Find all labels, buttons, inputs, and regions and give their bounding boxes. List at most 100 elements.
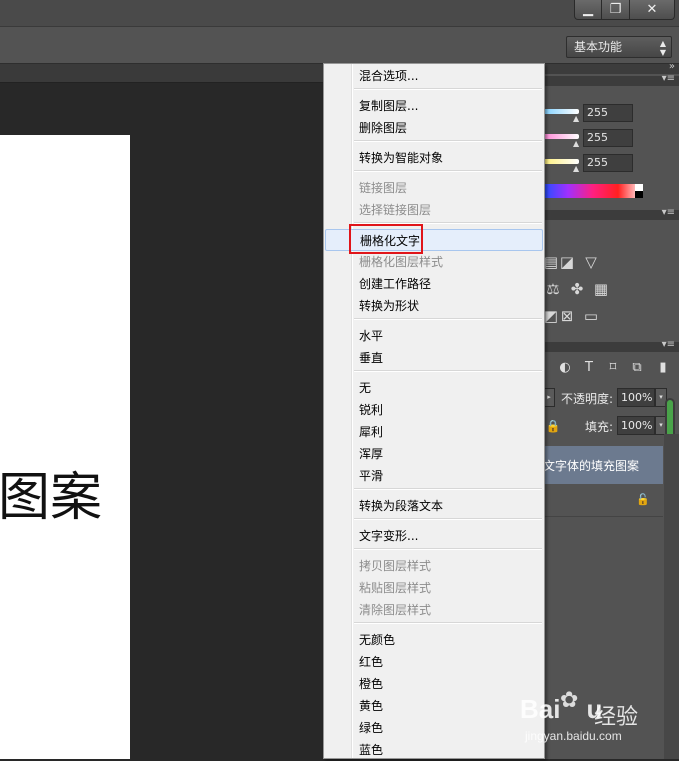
- right-panels: » ▾≡ ▲ 255 ▲ 255 ▲ 255 ▾≡ ▤ ◪ ▽ ⚖ ✤ ▦ ◩ …: [543, 61, 679, 759]
- menu-item-label: 平滑: [359, 469, 384, 483]
- panel-menu-icon[interactable]: ▾≡: [662, 339, 675, 350]
- watermark-url: jingyan.baidu.com: [525, 729, 622, 743]
- adjustments-panel-header: ▾≡: [543, 207, 679, 220]
- menu-item[interactable]: 水平: [325, 325, 543, 347]
- panel-menu-icon[interactable]: ▾≡: [662, 207, 675, 218]
- layers-panel-header: ▾≡: [543, 339, 679, 352]
- canvas-text: 图案: [0, 468, 103, 528]
- menu-item[interactable]: 橙色: [325, 673, 543, 695]
- color-lookup-icon[interactable]: ▦: [593, 281, 609, 297]
- fill-field[interactable]: 100%: [617, 416, 655, 435]
- menu-item-label: 清除图层样式: [359, 603, 432, 617]
- channel-mixer-icon[interactable]: ✤: [569, 281, 585, 297]
- layer-name: 文字体的填充图案: [543, 459, 640, 473]
- document-area: 图案: [0, 83, 326, 759]
- menu-item[interactable]: 文字变形...: [325, 525, 543, 547]
- black-white-swatch[interactable]: [635, 184, 643, 198]
- restore-button[interactable]: ❐: [601, 0, 630, 20]
- lock-all-icon[interactable]: 🔒: [545, 418, 561, 434]
- menu-item-label: 红色: [359, 655, 384, 669]
- updown-arrows-icon: ▲ ▼: [659, 39, 666, 57]
- menu-separator: [354, 548, 542, 550]
- paw-icon: ✿: [560, 688, 579, 713]
- fill-label: 填充:: [585, 420, 614, 434]
- layer-row-background[interactable]: 🔓: [543, 484, 663, 517]
- shape-filter-icon[interactable]: ⌑: [605, 360, 621, 376]
- menu-item[interactable]: 绿色: [325, 717, 543, 739]
- threshold-icon[interactable]: ⊠: [559, 308, 575, 324]
- menu-item[interactable]: 创建工作路径: [325, 273, 543, 295]
- menu-item-label: 垂直: [359, 351, 384, 365]
- menu-item-label: 粘贴图层样式: [359, 581, 432, 595]
- color-value-r[interactable]: 255: [583, 104, 633, 122]
- menu-item-label: 文字变形...: [359, 529, 419, 543]
- menu-item-label: 无: [359, 381, 372, 395]
- color-panel-header: ▾≡: [543, 73, 679, 86]
- opacity-label: 不透明度:: [561, 392, 614, 406]
- workspace-select[interactable]: 基本功能 ▲ ▼: [566, 36, 672, 58]
- color-balance-icon[interactable]: ⚖: [545, 281, 561, 297]
- menu-separator: [354, 170, 542, 172]
- panel-header-collapse[interactable]: »: [543, 61, 679, 74]
- minimize-icon: ▁: [583, 2, 593, 17]
- invert-icon[interactable]: ◩: [543, 308, 559, 324]
- slider-thumb-icon[interactable]: ▲: [573, 114, 579, 123]
- menu-item[interactable]: 浑厚: [325, 443, 543, 465]
- filter-toggle-icon[interactable]: ▮: [655, 360, 671, 376]
- menu-item-label: 绿色: [359, 721, 384, 735]
- menu-separator: [354, 622, 542, 624]
- menu-item[interactable]: 转换为形状: [325, 295, 543, 317]
- menu-separator: [354, 140, 542, 142]
- menu-item-label: 删除图层: [359, 121, 408, 135]
- menu-item[interactable]: 混合选项...: [325, 65, 543, 87]
- menu-separator: [354, 88, 542, 90]
- menu-item-label: 复制图层...: [359, 99, 419, 113]
- menu-item[interactable]: 无颜色: [325, 629, 543, 651]
- color-spectrum[interactable]: [543, 184, 643, 198]
- menu-item[interactable]: 垂直: [325, 347, 543, 369]
- menu-item-label: 犀利: [359, 425, 384, 439]
- layer-row-selected[interactable]: 文字体的填充图案: [543, 446, 663, 484]
- menu-separator: [354, 488, 542, 490]
- close-button[interactable]: ✕: [629, 0, 675, 20]
- menu-item[interactable]: 平滑: [325, 465, 543, 487]
- minimize-button[interactable]: ▁: [574, 0, 602, 20]
- levels-icon[interactable]: ▤: [543, 254, 559, 270]
- type-filter-icon[interactable]: T: [581, 360, 597, 376]
- menu-item-label: 转换为智能对象: [359, 151, 444, 165]
- collapse-panels-icon: »: [668, 61, 675, 72]
- opacity-field[interactable]: 100%: [617, 388, 655, 407]
- menu-item[interactable]: 黄色: [325, 695, 543, 717]
- menu-item-label: 水平: [359, 329, 384, 343]
- color-value-g[interactable]: 255: [583, 129, 633, 147]
- workspace-label: 基本功能: [574, 40, 623, 54]
- menu-item-label: 转换为形状: [359, 299, 420, 313]
- menu-item[interactable]: 无: [325, 377, 543, 399]
- menu-item[interactable]: 蓝色: [325, 739, 543, 761]
- gradient-map-icon[interactable]: ▽: [583, 254, 599, 270]
- color-value-b[interactable]: 255: [583, 154, 633, 172]
- smart-object-filter-icon[interactable]: ⧉: [629, 360, 645, 376]
- menu-item[interactable]: 转换为段落文本: [325, 495, 543, 517]
- close-icon: ✕: [646, 2, 658, 17]
- menu-item-label: 栅格化图层样式: [359, 255, 444, 269]
- menu-item-label: 拷贝图层样式: [359, 559, 432, 573]
- menu-item[interactable]: 转换为智能对象: [325, 147, 543, 169]
- slider-thumb-icon[interactable]: ▲: [573, 164, 579, 173]
- curves-icon[interactable]: ◪: [559, 254, 575, 270]
- menu-item: 粘贴图层样式: [325, 577, 543, 599]
- menu-item[interactable]: 红色: [325, 651, 543, 673]
- menu-item[interactable]: 复制图层...: [325, 95, 543, 117]
- menu-item-label: 锐利: [359, 403, 384, 417]
- restore-icon: ❐: [609, 2, 622, 17]
- menu-item-label: 浑厚: [359, 447, 384, 461]
- menu-item-label: 无颜色: [359, 633, 396, 647]
- slider-thumb-icon[interactable]: ▲: [573, 139, 579, 148]
- selective-color-icon[interactable]: ▭: [583, 308, 599, 324]
- menu-item[interactable]: 删除图层: [325, 117, 543, 139]
- menu-item[interactable]: 犀利: [325, 421, 543, 443]
- menu-item[interactable]: 锐利: [325, 399, 543, 421]
- panel-menu-icon[interactable]: ▾≡: [662, 73, 675, 84]
- adjustment-filter-icon[interactable]: ◐: [557, 360, 573, 376]
- canvas[interactable]: 图案: [0, 135, 130, 759]
